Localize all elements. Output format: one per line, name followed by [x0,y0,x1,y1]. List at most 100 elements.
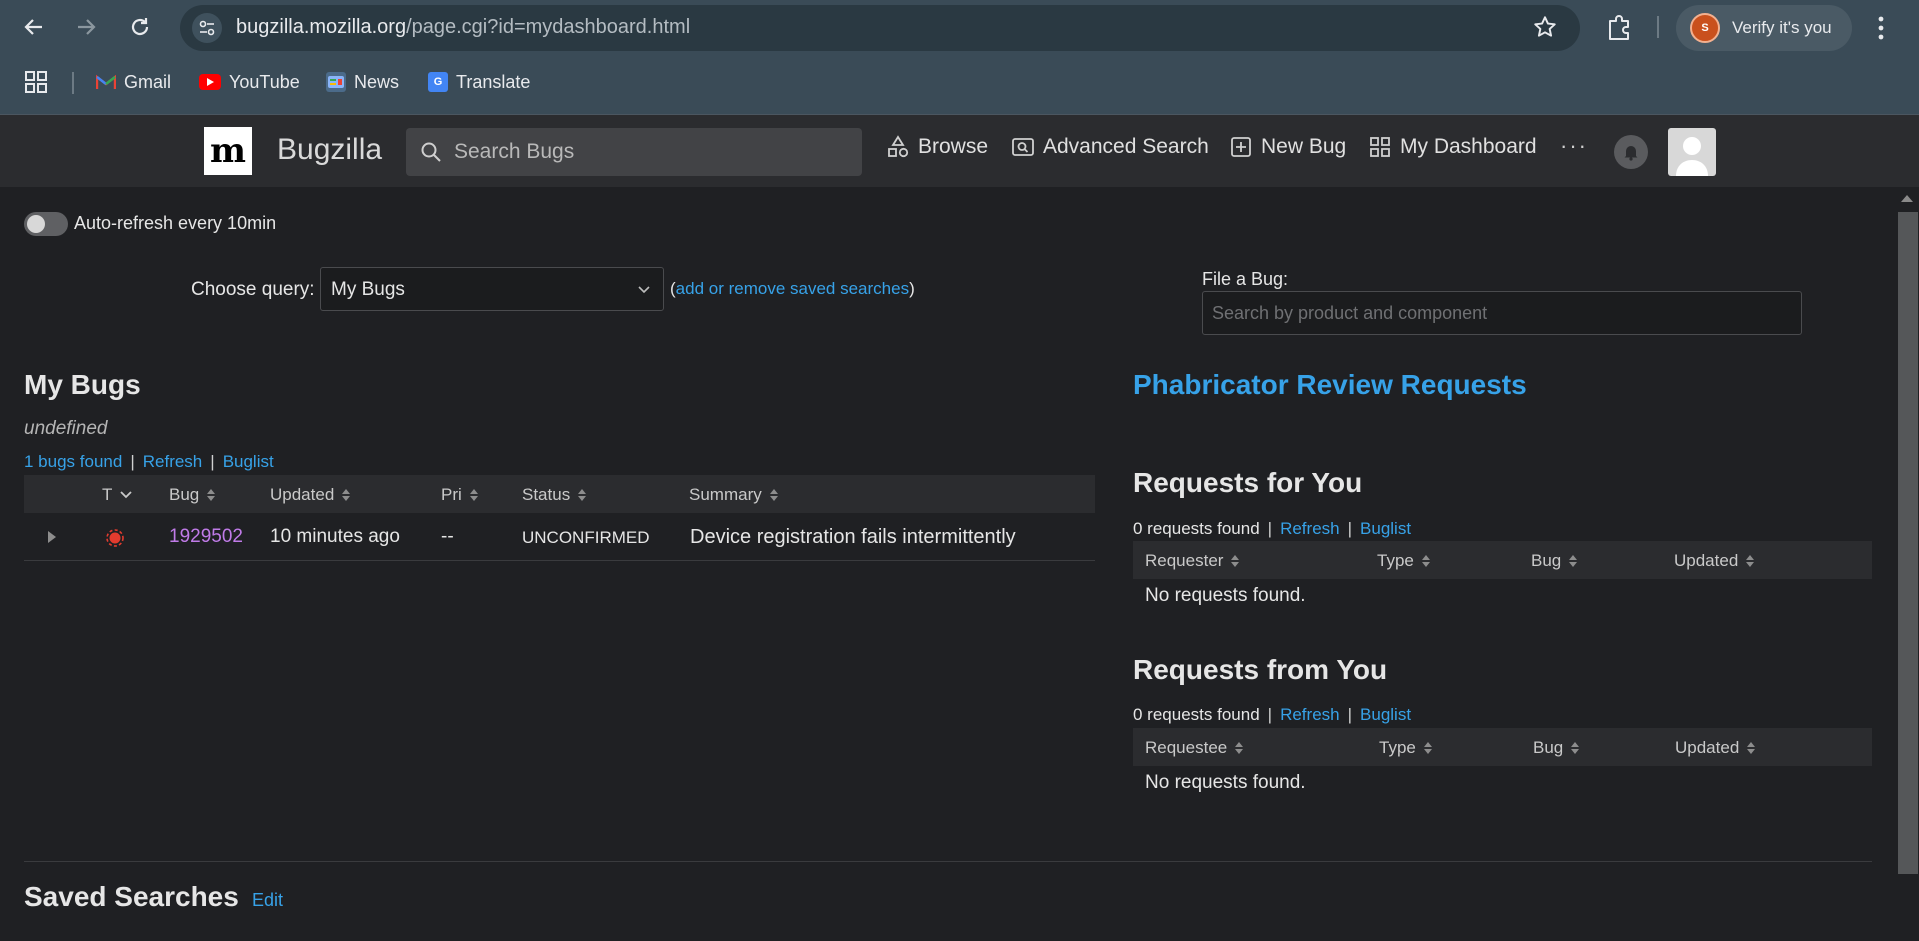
bookmark-news[interactable]: News [326,68,399,96]
scroll-up-arrow-icon[interactable] [1901,195,1913,202]
separator-bar: | [1347,705,1353,724]
reload-button[interactable] [123,10,157,44]
bugs-found-link[interactable]: 1 bugs found [24,452,122,472]
site-title[interactable]: Bugzilla [277,133,382,167]
translate-icon: G [428,72,448,92]
auto-refresh-toggle[interactable] [24,212,68,236]
column-header-updated[interactable]: Updated [1675,738,1756,758]
nav-new-bug[interactable]: New Bug [1229,135,1346,159]
column-header-type[interactable]: T [102,485,133,505]
sort-icon [1569,555,1578,567]
column-header-bug[interactable]: Bug [1533,738,1580,758]
column-header-summary[interactable]: Summary [689,485,778,505]
requests-from-you-table-header: Requestee Type Bug Updated [1133,728,1872,766]
bug-status: UNCONFIRMED [522,528,650,547]
address-bar[interactable]: bugzilla.mozilla.org/page.cgi?id=mydashb… [180,5,1580,51]
file-bug-input[interactable]: Search by product and component [1202,291,1802,335]
bookmark-label: YouTube [229,71,300,92]
advanced-search-icon [1012,138,1034,156]
bookmark-youtube[interactable]: YouTube [199,68,300,96]
browser-chrome: bugzilla.mozilla.org/page.cgi?id=mydashb… [0,0,1919,114]
table-row[interactable]: 1929502 10 minutes ago -- UNCONFIRMED De… [24,514,1095,561]
buglist-link[interactable]: Buglist [1360,519,1411,539]
bookmark-translate[interactable]: G Translate [428,68,530,96]
column-label: T [102,485,113,504]
buglist-link[interactable]: Buglist [1360,705,1411,725]
defect-icon [104,527,126,555]
column-header-type[interactable]: Type [1377,551,1430,571]
apps-grid-icon[interactable] [24,70,48,99]
nav-label: Advanced Search [1043,135,1209,158]
column-label: Type [1377,551,1414,570]
more-menu-icon[interactable]: ··· [1560,133,1588,159]
separator-bar: | [1347,519,1353,538]
column-header-bug[interactable]: Bug [169,485,216,505]
requests-from-you-title: Requests from You [1133,654,1388,685]
news-icon [326,72,346,92]
arrow-right-icon [78,19,96,35]
user-silhouette-icon [1676,137,1708,176]
notifications-bell-icon[interactable] [1614,135,1648,169]
column-header-updated[interactable]: Updated [270,485,351,505]
column-header-requester[interactable]: Requester [1145,551,1240,571]
extensions-icon[interactable] [1602,10,1636,49]
dashboard-icon [1370,137,1390,157]
search-placeholder: Search Bugs [454,140,575,163]
column-header-updated[interactable]: Updated [1674,551,1755,571]
forward-button[interactable] [69,10,103,44]
column-header-bug[interactable]: Bug [1531,551,1578,571]
my-bugs-table-header: T Bug Updated Pri Status Summary [24,475,1095,513]
sort-icon [578,489,587,501]
column-header-pri[interactable]: Pri [441,485,478,505]
column-header-requestee[interactable]: Requestee [1145,738,1244,758]
sort-icon [1231,555,1240,567]
saved-searches-link-wrap: (add or remove saved searches) [670,279,915,298]
buglist-link[interactable]: Buglist [223,452,274,472]
sort-icon [1235,742,1244,754]
expand-row-icon[interactable] [48,531,56,543]
bookmark-gmail[interactable]: Gmail [96,68,171,96]
bookmark-star-icon[interactable] [1532,14,1558,45]
profile-button[interactable]: S Verify it's you [1676,5,1852,51]
separator-bar: | [1267,519,1273,538]
refresh-link[interactable]: Refresh [1280,519,1340,539]
saved-searches-link[interactable]: add or remove saved searches [676,279,909,298]
nav-browse[interactable]: Browse [886,135,988,159]
sort-icon [1571,742,1580,754]
refresh-link[interactable]: Refresh [1280,705,1340,725]
column-header-status[interactable]: Status [522,485,587,505]
nav-label: New Bug [1261,135,1347,158]
query-select[interactable]: My Bugs [320,267,664,311]
mozilla-logo[interactable]: m [204,127,252,175]
sort-icon [1421,555,1430,567]
nav-advanced-search[interactable]: Advanced Search [1011,135,1209,159]
gmail-icon [96,72,116,92]
column-header-type[interactable]: Type [1379,738,1432,758]
requests-count: 0 requests found [1133,519,1260,538]
refresh-link[interactable]: Refresh [143,452,203,472]
sort-icon [769,489,778,501]
saved-searches-title: Saved Searches [24,881,239,912]
separator-bar: | [130,452,135,471]
search-icon [421,142,441,162]
back-button[interactable] [17,10,51,44]
bug-id-link[interactable]: 1929502 [169,526,243,548]
column-label: Status [522,485,571,504]
bug-summary[interactable]: Device registration fails intermittently [690,526,1016,549]
bug-updated: 10 minutes ago [270,526,400,547]
site-info-icon[interactable] [192,13,222,43]
saved-searches-edit-link[interactable]: Edit [252,890,283,911]
section-divider [24,861,1872,862]
user-avatar[interactable] [1668,128,1716,176]
scrollbar-thumb[interactable] [1898,212,1918,874]
bookmark-label: Gmail [124,71,172,92]
auto-refresh-label: Auto-refresh every 10min [74,213,277,233]
phabricator-link[interactable]: Phabricator Review Requests [1133,369,1527,401]
query-select-value: My Bugs [331,279,405,300]
nav-my-dashboard[interactable]: My Dashboard [1368,135,1537,159]
sort-desc-icon [120,491,133,499]
search-bugs-input[interactable]: Search Bugs [406,128,862,176]
arrow-left-icon [24,19,42,35]
chrome-menu-icon[interactable] [1874,12,1888,49]
bookmark-separator [72,72,74,94]
